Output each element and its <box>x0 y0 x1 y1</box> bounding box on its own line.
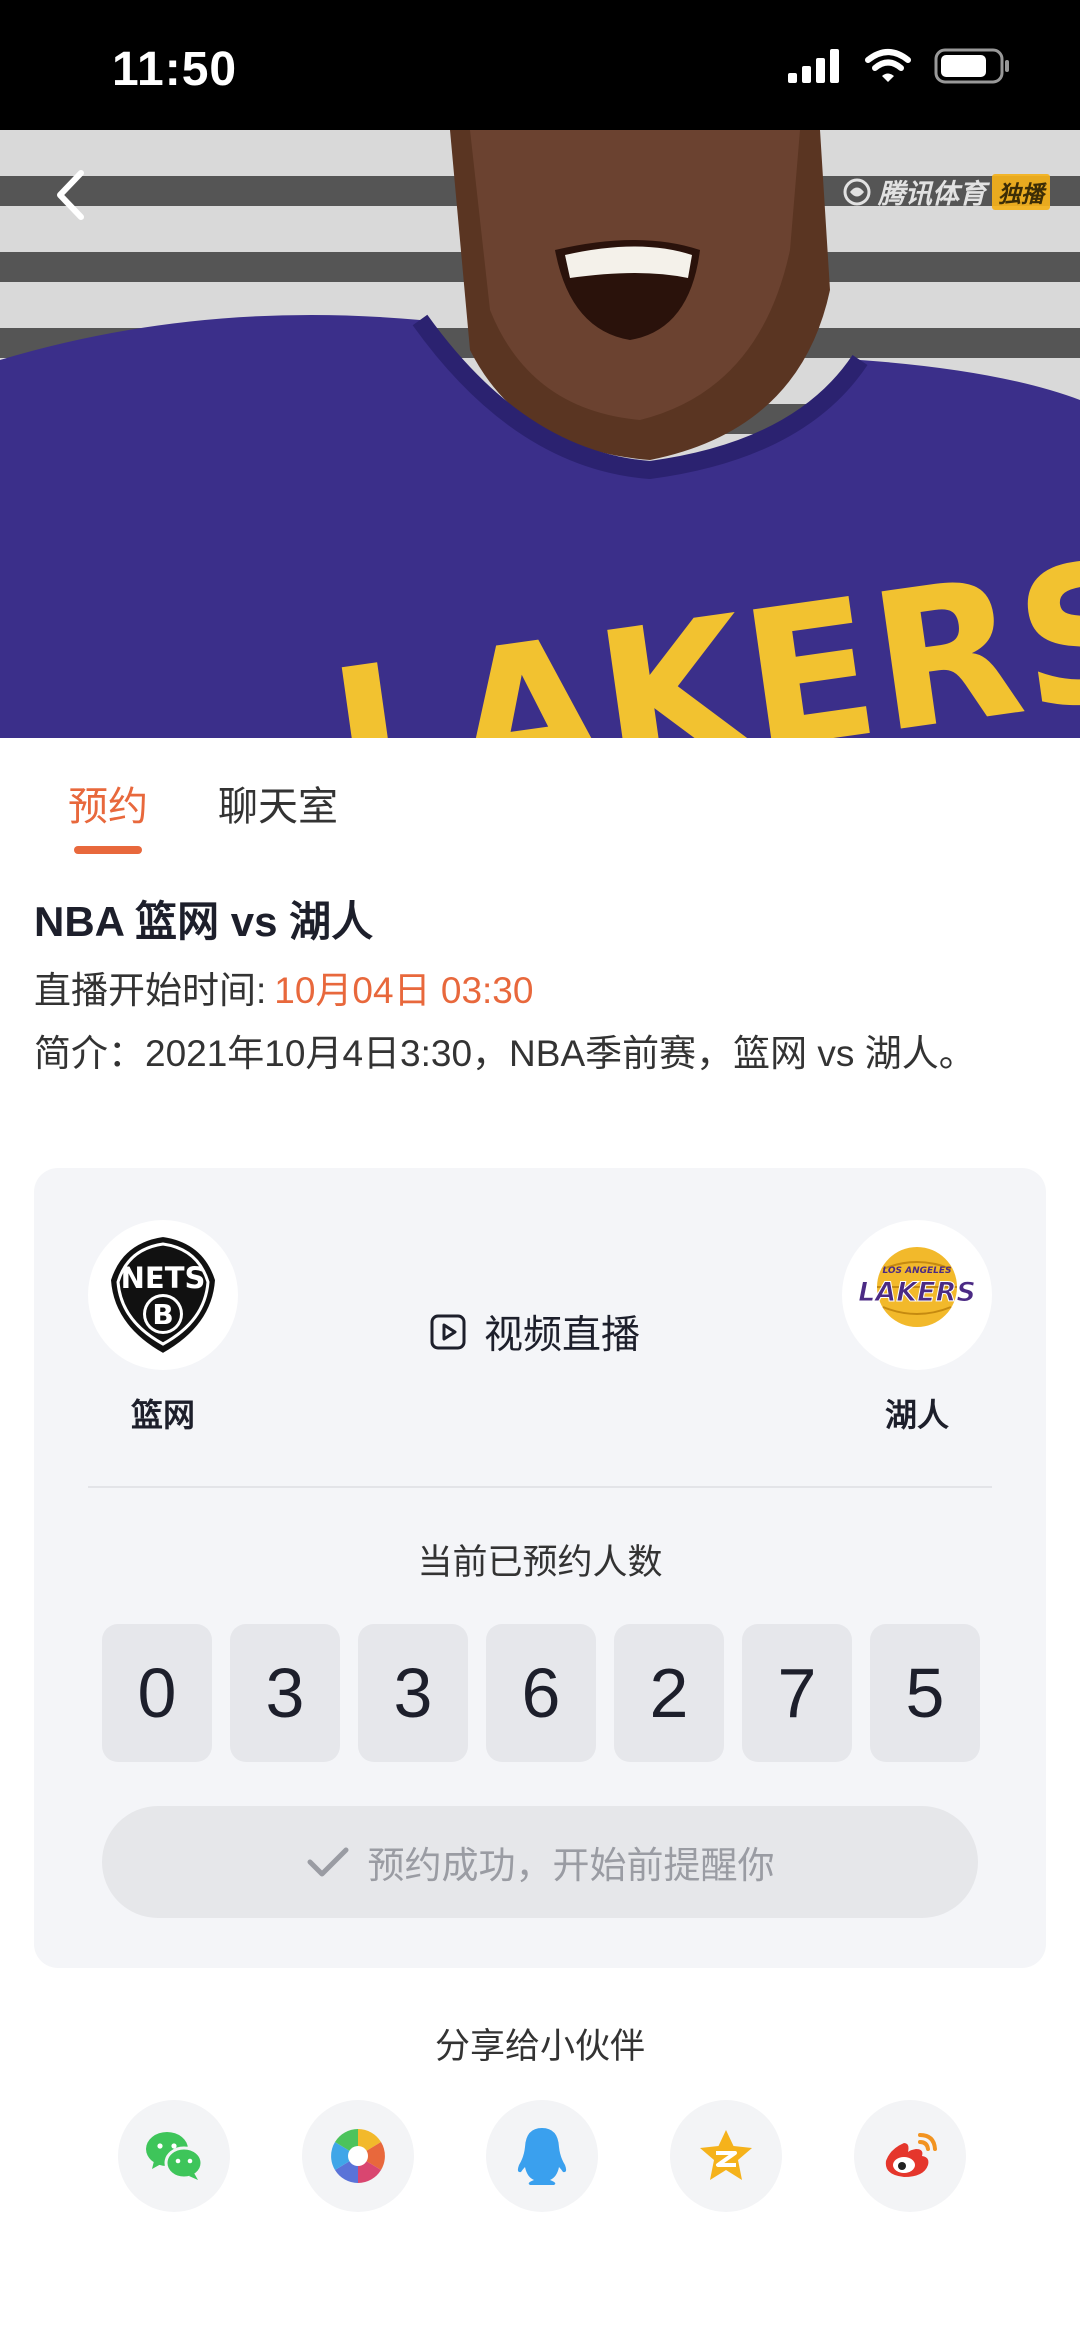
lakers-logo-text: LAKERS <box>858 1277 976 1308</box>
count-digit: 7 <box>742 1624 852 1762</box>
reserve-button[interactable]: 预约成功，开始前提醒你 <box>102 1806 978 1918</box>
reservation-count-label: 当前已预约人数 <box>417 1543 663 1582</box>
reservation-card: NETS B 篮网 视频直播 LOS ANGELES LAKERS 湖人 当前已… <box>34 1168 1046 1968</box>
exclusive-badge: 独播 <box>992 173 1050 210</box>
lakers-logo-icon: LOS ANGELES LAKERS <box>858 1247 976 1327</box>
cellular-signal-icon <box>788 49 839 83</box>
weibo-icon <box>885 2133 937 2177</box>
share-wechat-button[interactable] <box>118 2100 230 2212</box>
share-title: 分享给小伙伴 <box>434 2027 645 2066</box>
home-team-name: 篮网 <box>130 1397 195 1433</box>
share-weibo-button[interactable] <box>854 2100 966 2212</box>
away-team: LOS ANGELES LAKERS 湖人 <box>842 1220 992 1436</box>
status-icons <box>788 48 1010 84</box>
count-digit: 6 <box>486 1624 596 1762</box>
tencent-logo-icon <box>843 178 871 205</box>
match-intro: 简介：2021年10月4日3:30，NBA季前赛，篮网 vs 湖人。 <box>34 1033 976 1074</box>
reserve-button-label: 预约成功，开始前提醒你 <box>367 1845 775 1886</box>
match-title: NBA 篮网 vs 湖人 <box>34 898 374 945</box>
status-time: 11:50 <box>112 43 238 96</box>
share-options <box>118 2100 966 2212</box>
status-bar: 11:50 <box>0 0 1080 130</box>
qq-icon <box>517 2128 567 2185</box>
tab-bar: 预约 聊天室 <box>0 738 1080 858</box>
nets-logo: NETS B <box>88 1220 238 1370</box>
brand-name: 腾讯体育 <box>878 179 986 209</box>
lakers-logo: LOS ANGELES LAKERS <box>842 1220 992 1370</box>
count-digit: 5 <box>870 1624 980 1762</box>
tab-reservation[interactable]: 预约 <box>68 774 148 832</box>
play-icon <box>430 1314 466 1350</box>
tab-active-indicator <box>74 846 142 854</box>
tencent-sports-watermark: 腾讯体育 独播 <box>842 172 1050 211</box>
checkmark-icon <box>307 1847 348 1877</box>
back-button[interactable] <box>40 160 100 230</box>
home-team: NETS B 篮网 <box>88 1220 238 1436</box>
tab-chatroom[interactable]: 聊天室 <box>218 774 338 832</box>
count-digit: 0 <box>102 1624 212 1762</box>
start-time-label: 直播开始时间: <box>34 970 267 1011</box>
wifi-icon <box>865 49 911 82</box>
nets-logo-icon: NETS B <box>108 1234 218 1356</box>
svg-text:B: B <box>152 1298 173 1331</box>
share-moments-button[interactable] <box>302 2100 414 2212</box>
video-cover[interactable]: LAKERS 腾讯体育 独播 <box>0 130 1080 738</box>
lakers-logo-small-text: LOS ANGELES <box>882 1266 951 1276</box>
live-type: 视频直播 <box>430 1304 640 1360</box>
start-time-row: 直播开始时间: 10月04日 03:30 <box>34 960 533 1014</box>
count-digit: 3 <box>230 1624 340 1762</box>
reservation-count: 0 3 3 6 2 7 5 <box>102 1624 980 1762</box>
count-digit: 3 <box>358 1624 468 1762</box>
battery-icon <box>934 48 1009 84</box>
count-digit: 2 <box>614 1624 724 1762</box>
share-qzone-button[interactable] <box>670 2100 782 2212</box>
wechat-icon <box>146 2132 204 2180</box>
card-divider <box>88 1486 992 1488</box>
player-photo: LAKERS <box>0 130 1080 738</box>
nets-logo-text: NETS <box>121 1261 206 1295</box>
chevron-left-icon <box>57 170 84 220</box>
share-qq-button[interactable] <box>486 2100 598 2212</box>
away-team-name: 湖人 <box>884 1397 949 1433</box>
start-time-value: 10月04日 03:30 <box>274 970 534 1011</box>
live-type-label: 视频直播 <box>484 1314 641 1357</box>
qzone-icon <box>700 2130 752 2180</box>
moments-icon <box>331 2129 385 2183</box>
